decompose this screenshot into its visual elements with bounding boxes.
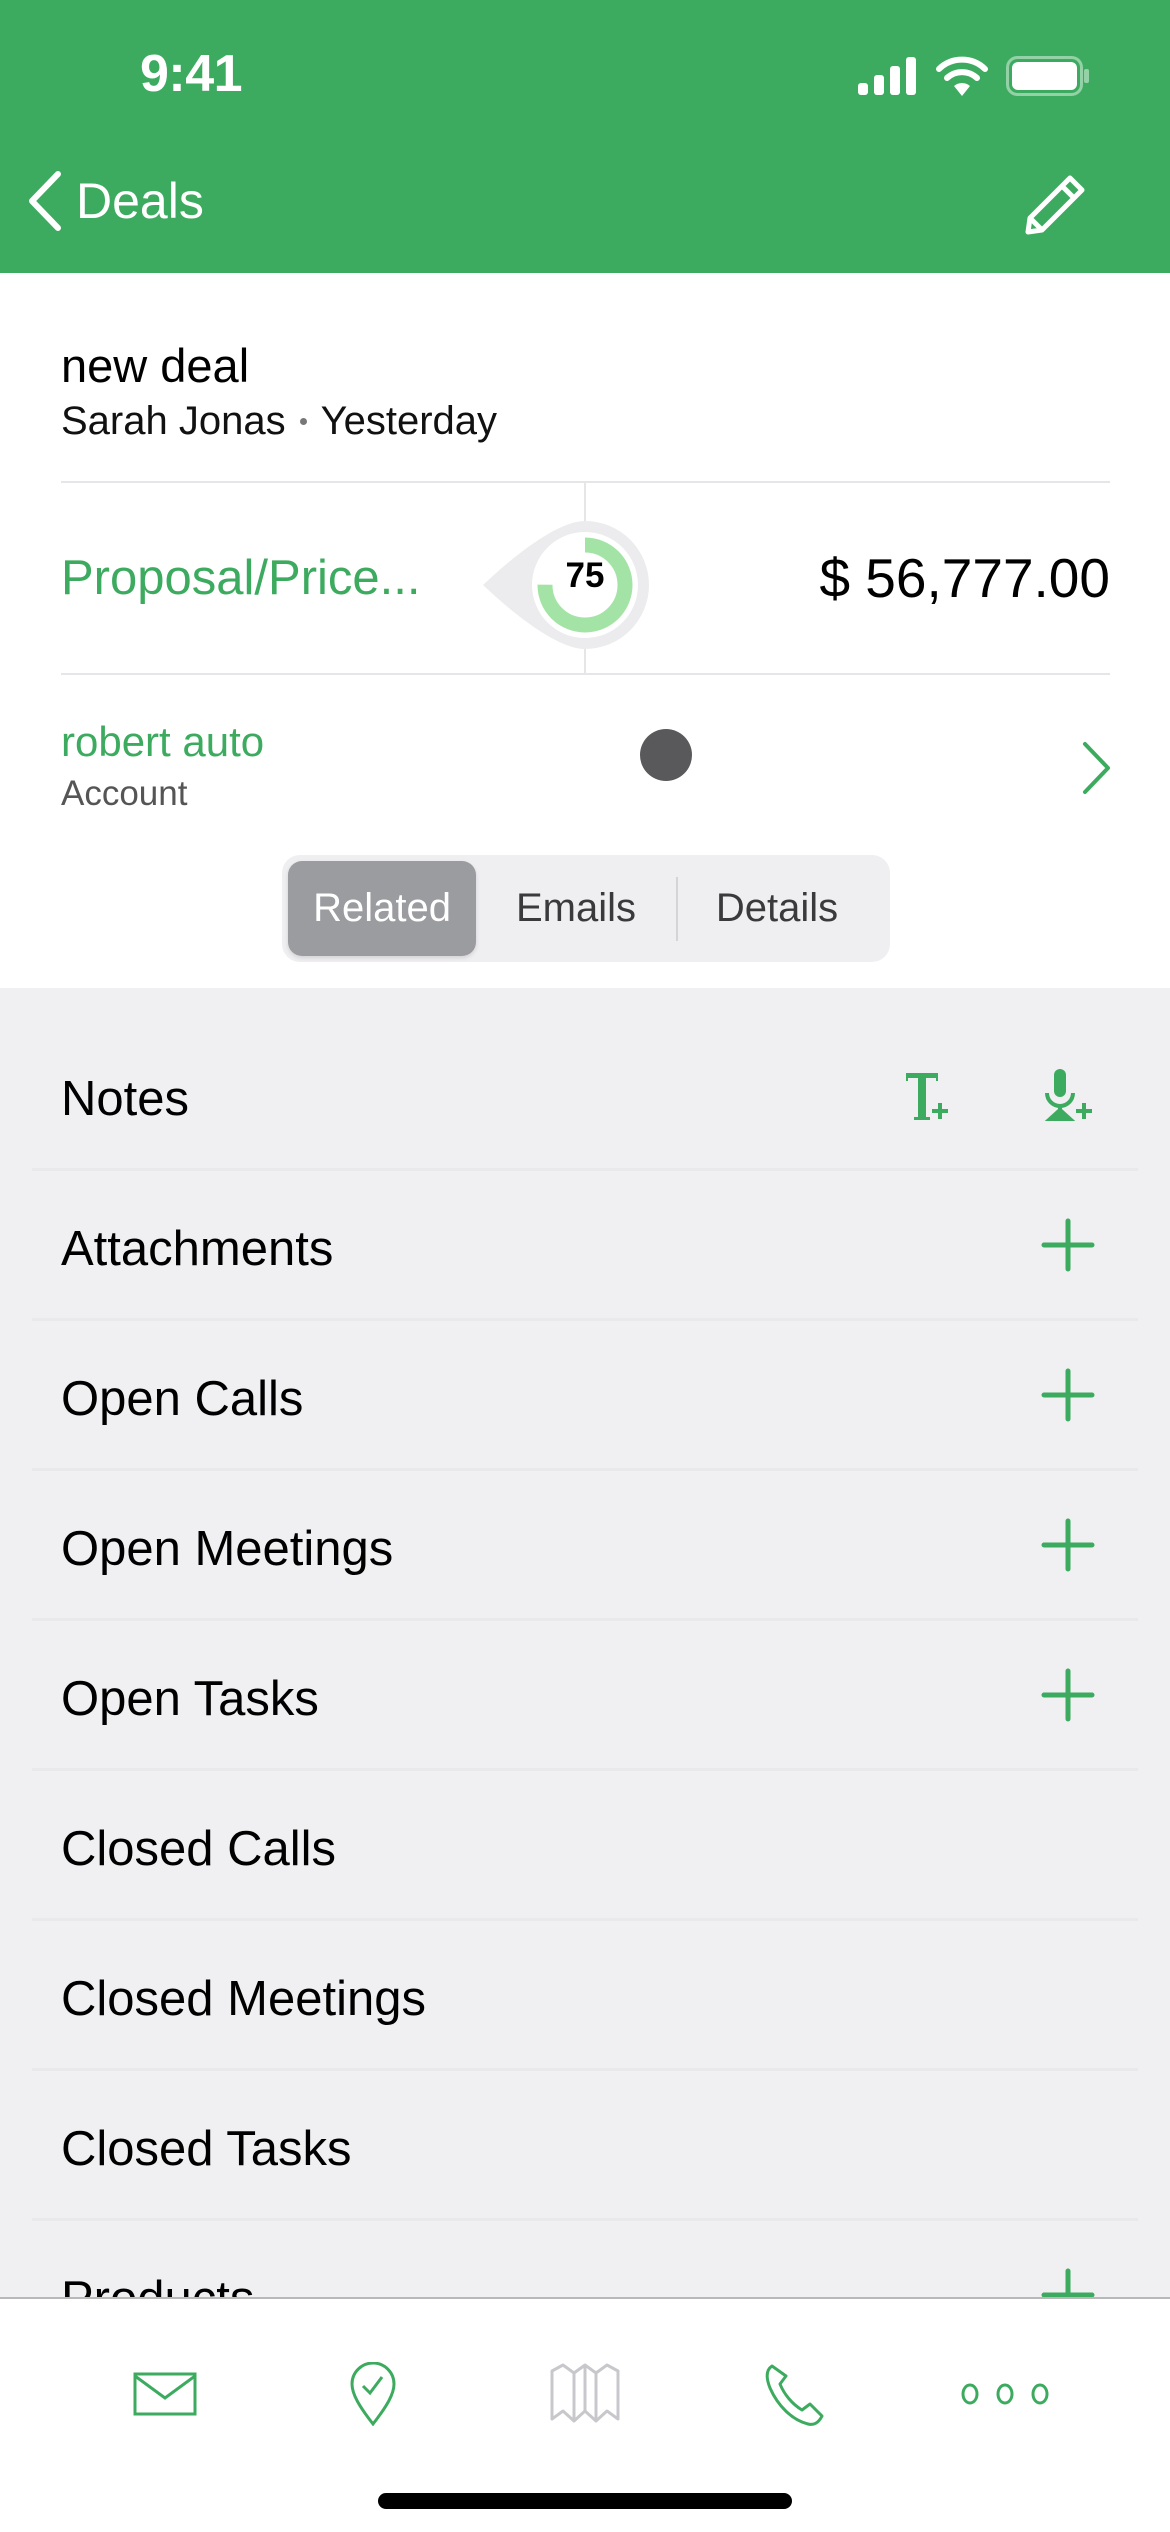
add-text-note-icon xyxy=(906,1073,948,1120)
plus-icon xyxy=(1041,1218,1095,1272)
account-chevron-button[interactable] xyxy=(1080,740,1114,796)
add-product-button[interactable] xyxy=(1038,2265,1098,2297)
add-attachment-button[interactable] xyxy=(1038,1215,1098,1275)
row-label: Notes xyxy=(61,1072,190,1126)
related-list: Notes Attachments Open Calls Open Meetin… xyxy=(0,988,1170,2297)
chevron-left-icon xyxy=(29,171,61,231)
add-meeting-button[interactable] xyxy=(1038,1515,1098,1575)
add-task-button[interactable] xyxy=(1038,1665,1098,1725)
add-voice-note-button[interactable] xyxy=(1038,1065,1098,1125)
tab-emails[interactable]: Emails xyxy=(476,861,676,956)
list-item-notes[interactable]: Notes xyxy=(0,1021,1170,1171)
chevron-right-icon xyxy=(1083,742,1110,794)
touch-indicator-dot xyxy=(640,729,692,781)
deal-subtitle: Sarah Jonas Yesterday xyxy=(61,399,497,444)
more-icon xyxy=(961,2383,1049,2405)
tab-related[interactable]: Related xyxy=(288,861,476,956)
plus-icon xyxy=(1041,1668,1095,1722)
plus-icon xyxy=(1041,2268,1095,2297)
divider xyxy=(61,673,1110,675)
plus-icon xyxy=(1041,1368,1095,1422)
more-button[interactable] xyxy=(945,2339,1065,2449)
home-indicator xyxy=(378,2493,792,2509)
phone-icon xyxy=(765,2364,824,2426)
tab-details[interactable]: Details xyxy=(676,876,876,941)
list-item-closed-meetings[interactable]: Closed Meetings xyxy=(0,1921,1170,2071)
cellular-signal-icon xyxy=(858,57,916,95)
list-item-closed-tasks[interactable]: Closed Tasks xyxy=(0,2071,1170,2221)
account-link[interactable]: robert auto xyxy=(61,718,264,766)
deal-title-block: new deal Sarah Jonas Yesterday xyxy=(61,338,497,444)
row-label: Closed Calls xyxy=(61,1822,337,1876)
add-call-button[interactable] xyxy=(1038,1365,1098,1425)
pencil-icon xyxy=(1025,175,1085,235)
check-in-button[interactable] xyxy=(313,2339,433,2449)
status-icons xyxy=(858,56,1090,96)
row-label: Open Meetings xyxy=(61,1522,394,1576)
edit-button[interactable] xyxy=(1018,170,1090,242)
row-label: Closed Meetings xyxy=(61,1972,426,2026)
list-item-attachments[interactable]: Attachments xyxy=(0,1171,1170,1321)
call-button[interactable] xyxy=(734,2339,854,2449)
row-label: Closed Tasks xyxy=(61,2122,352,2176)
deal-title: new deal xyxy=(61,339,250,392)
list-item-products[interactable]: Products xyxy=(0,2221,1170,2297)
status-time: 9:41 xyxy=(140,45,243,103)
back-label: Deals xyxy=(76,173,204,229)
battery-icon xyxy=(1006,56,1089,96)
wifi-icon xyxy=(936,56,988,96)
row-label: Attachments xyxy=(61,1222,334,1276)
deal-date: Yesterday xyxy=(320,399,498,443)
list-item-open-meetings[interactable]: Open Meetings xyxy=(0,1471,1170,1621)
row-label: Open Tasks xyxy=(61,1672,319,1726)
deal-amount: $ 56,777.00 xyxy=(819,547,1110,609)
list-item-closed-calls[interactable]: Closed Calls xyxy=(0,1771,1170,1921)
nav-header: 9:41 Deals xyxy=(0,0,1170,273)
email-button[interactable] xyxy=(105,2339,225,2449)
list-item-open-calls[interactable]: Open Calls xyxy=(0,1321,1170,1471)
list-item-open-tasks[interactable]: Open Tasks xyxy=(0,1621,1170,1771)
location-check-icon xyxy=(350,2362,396,2426)
add-voice-note-icon xyxy=(1044,1069,1092,1121)
map-button[interactable] xyxy=(525,2339,645,2449)
row-label: Open Calls xyxy=(61,1372,304,1426)
account-label: Account xyxy=(61,774,188,813)
dot-separator xyxy=(299,418,307,425)
segmented-control: Related Emails Details xyxy=(282,855,890,962)
mail-icon xyxy=(133,2372,197,2416)
deal-stage[interactable]: Proposal/Price... xyxy=(61,550,421,606)
plus-icon xyxy=(1041,1518,1095,1572)
deal-owner: Sarah Jonas xyxy=(61,399,286,443)
row-label: Products xyxy=(61,2271,254,2297)
back-button[interactable]: Deals xyxy=(24,170,204,232)
probability-value: 75 xyxy=(565,556,605,595)
add-text-note-button[interactable] xyxy=(898,1065,958,1125)
map-icon xyxy=(550,2363,620,2423)
